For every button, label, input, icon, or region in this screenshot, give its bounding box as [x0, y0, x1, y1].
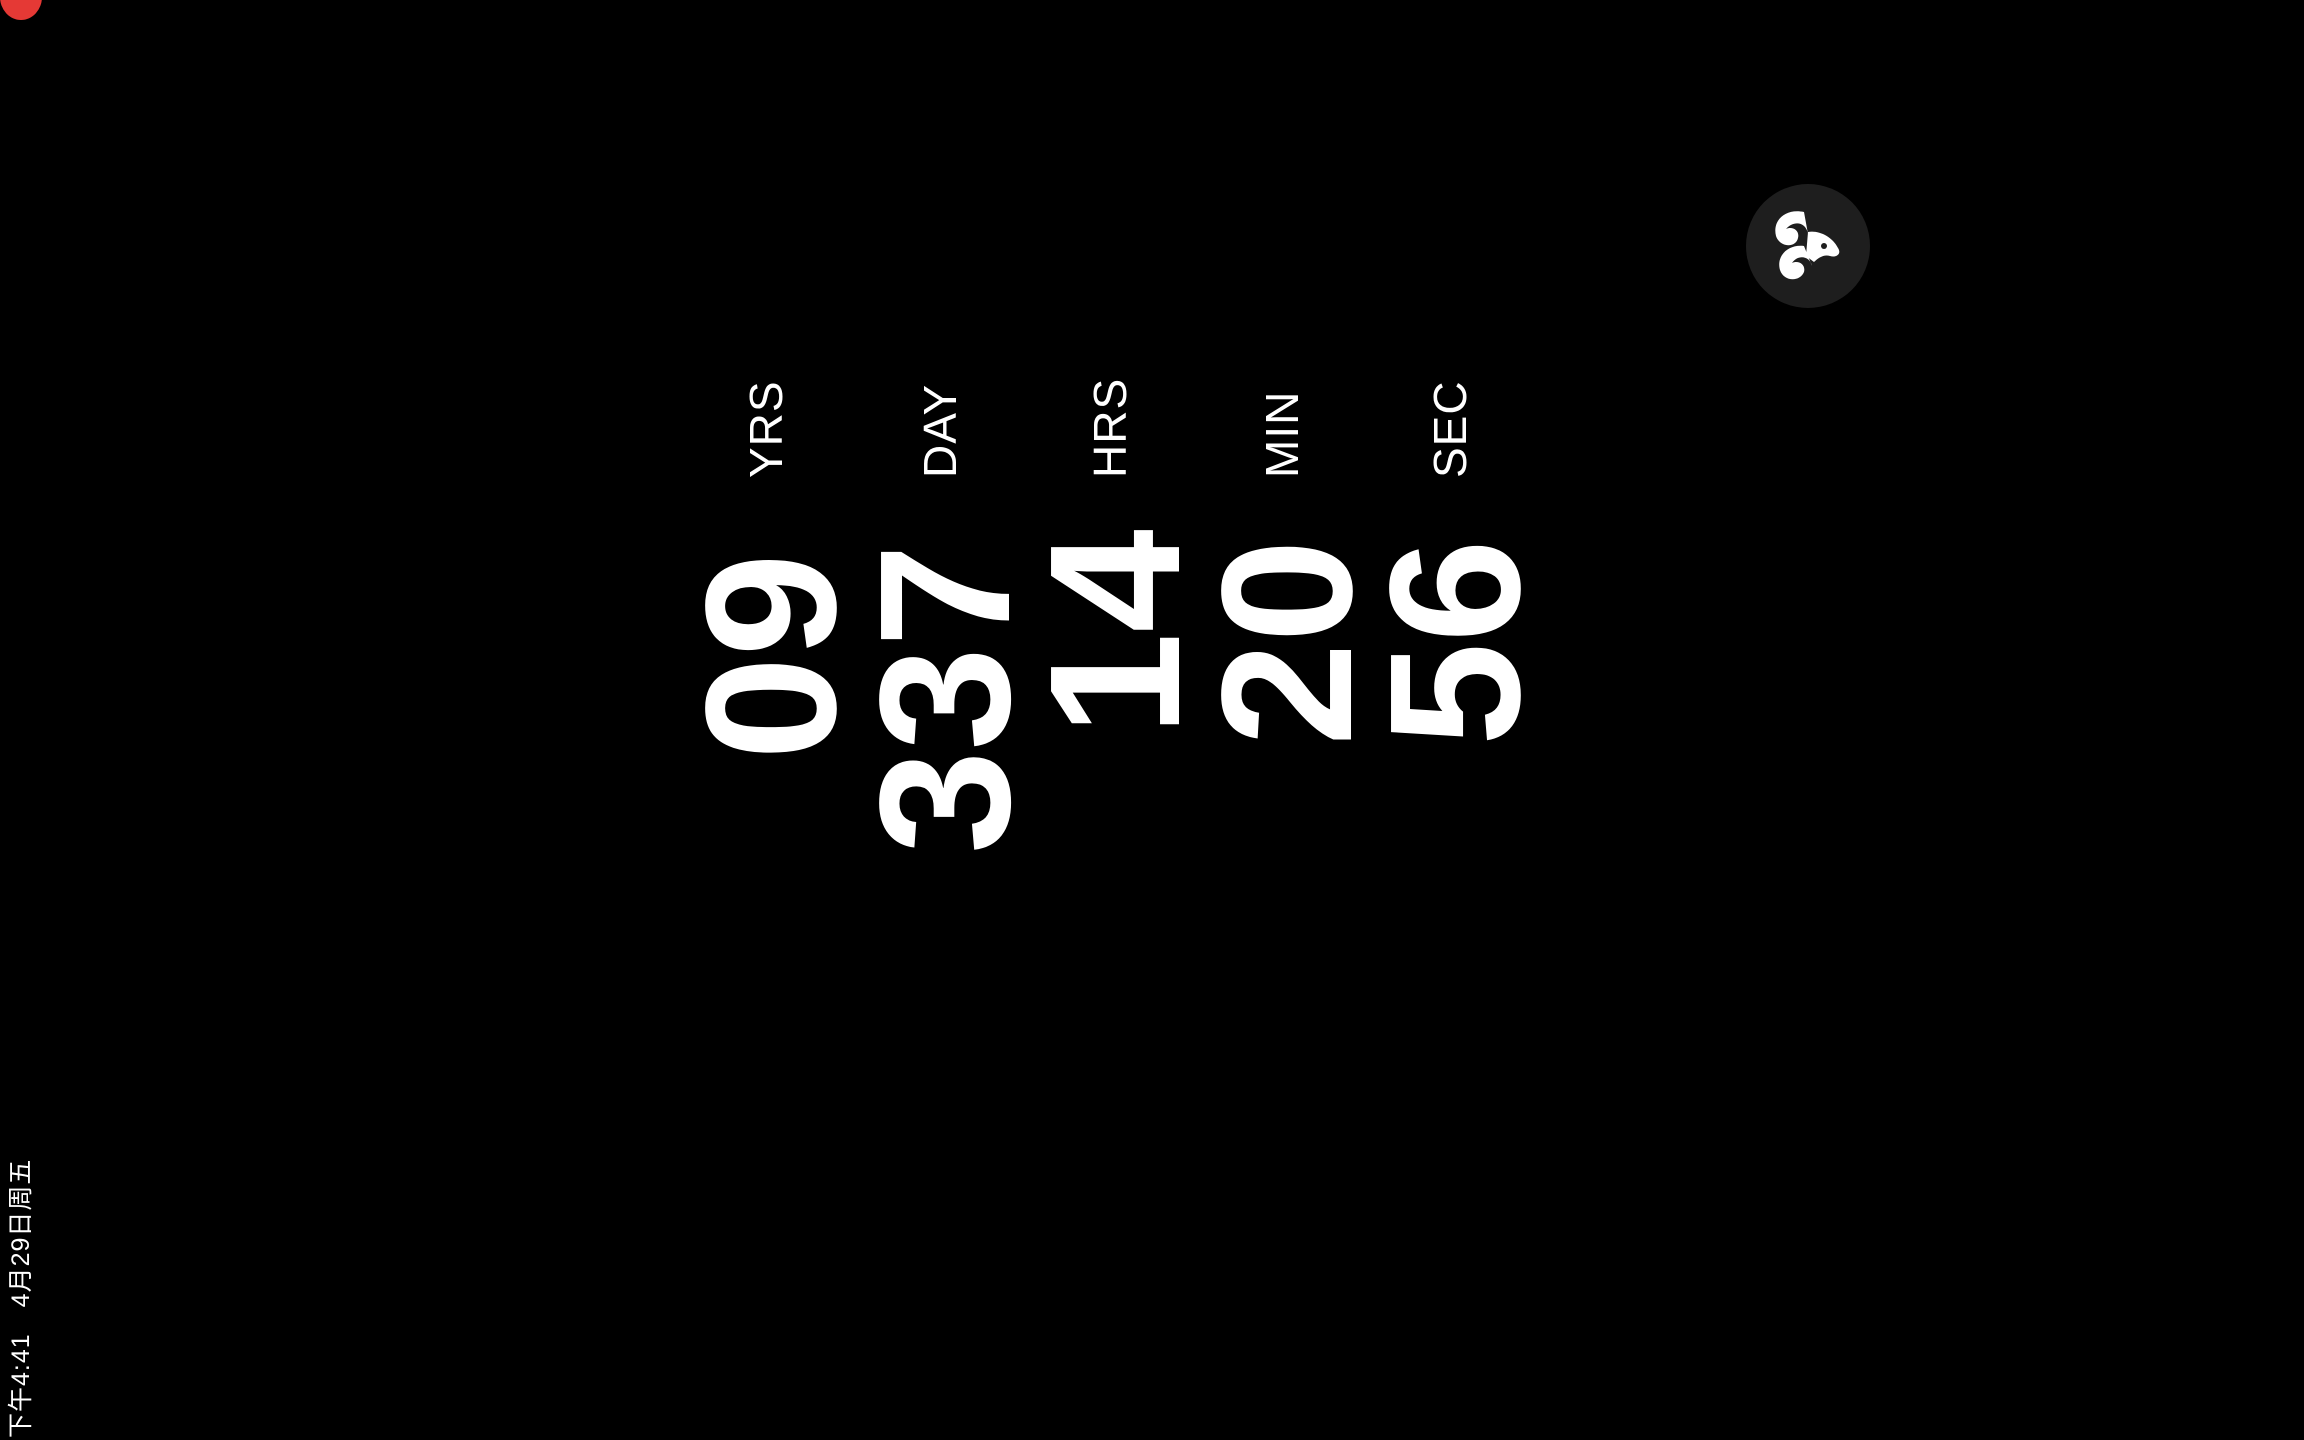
value-seconds: 56: [1352, 524, 1559, 864]
recording-indicator: [0, 0, 42, 20]
status-date: 4月29日周五: [7, 1158, 35, 1308]
status-bar-datetime: 下午4:41 4月29日周五: [4, 1159, 38, 1438]
value-minutes-text: 20: [1184, 539, 1391, 746]
status-time: 下午4:41: [7, 1333, 35, 1438]
aries-ram-icon: [1775, 211, 1840, 280]
label-day: DAY: [914, 383, 966, 478]
value-seconds-text: 56: [1352, 539, 1559, 746]
value-years-text: 09: [668, 553, 875, 760]
value-minutes: 20: [1184, 524, 1391, 864]
value-hours-text: 14: [1012, 529, 1219, 736]
value-day-text: 337: [842, 543, 1049, 854]
value-years: 09: [668, 524, 875, 864]
value-day: 337: [842, 524, 1049, 864]
label-minutes: MIN: [1256, 390, 1308, 478]
app-logo-badge[interactable]: [1746, 184, 1870, 308]
label-hours: HRS: [1084, 377, 1136, 478]
value-hours: 14: [1012, 524, 1219, 864]
label-seconds: SEC: [1424, 380, 1476, 478]
label-years: YRS: [740, 380, 792, 478]
